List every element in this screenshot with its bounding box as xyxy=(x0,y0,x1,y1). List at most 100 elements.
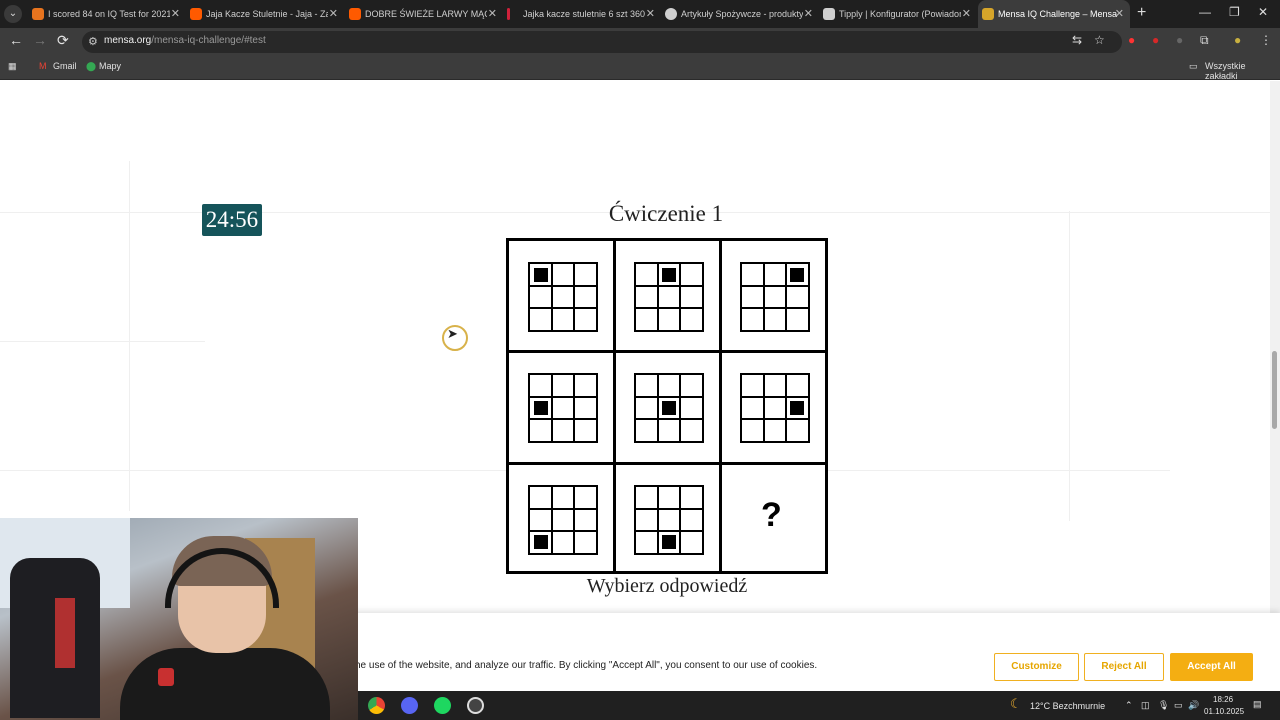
discord-icon[interactable] xyxy=(401,697,418,714)
site-info-icon[interactable]: ⚙ xyxy=(88,35,98,48)
grid-line xyxy=(742,395,808,398)
page-scrollbar[interactable] xyxy=(1270,81,1280,691)
reject-all-button[interactable]: Reject All xyxy=(1084,653,1164,681)
apps-grid-icon[interactable]: ▦ xyxy=(8,61,17,72)
grid-line xyxy=(636,529,702,532)
tab-iq-test[interactable]: I scored 84 on IQ Test for 2021. ✕ xyxy=(32,0,182,28)
url-host: mensa.org xyxy=(104,35,152,46)
grid-line xyxy=(530,507,596,510)
filled-square xyxy=(790,400,804,415)
minimize-icon[interactable]: — xyxy=(1199,5,1211,19)
allegro-icon xyxy=(190,8,202,20)
customize-button[interactable]: Customize xyxy=(994,653,1079,681)
grid-line xyxy=(636,507,702,510)
weather-moon-icon[interactable]: ☾ xyxy=(1010,696,1022,712)
tipply-icon xyxy=(823,8,835,20)
address-bar[interactable]: ⚙ mensa.org/mensa-iq-challenge/#test xyxy=(82,31,1122,53)
grid-line xyxy=(763,374,765,441)
volume-icon[interactable]: 🔊 xyxy=(1188,700,1199,711)
grid-line xyxy=(636,395,702,398)
shop-icon xyxy=(507,8,510,20)
close-icon[interactable]: ✕ xyxy=(488,0,497,28)
grid-line xyxy=(551,486,553,553)
extension-icon[interactable]: ● xyxy=(1128,33,1135,47)
close-icon[interactable]: ✕ xyxy=(962,0,971,28)
grid-line xyxy=(551,263,553,330)
profile-avatar[interactable]: ● xyxy=(1234,33,1241,47)
tab-strip: ⌄ I scored 84 on IQ Test for 2021. ✕ Jaj… xyxy=(0,0,1280,28)
grid-line xyxy=(551,374,553,441)
tab-artykuly[interactable]: Artykuły Spożywcze - produkty ✕ xyxy=(665,0,815,28)
adblock-icon[interactable]: ● xyxy=(1152,33,1159,47)
grid-line xyxy=(763,263,765,330)
tray-chevron-icon[interactable]: ⌃ xyxy=(1125,700,1133,711)
filled-square xyxy=(534,400,548,415)
network-icon[interactable]: ▭ xyxy=(1174,700,1183,711)
grid-line xyxy=(636,284,702,287)
new-tab-button[interactable]: + xyxy=(1137,4,1146,22)
menu-icon[interactable]: ⋮ xyxy=(1260,33,1272,47)
choose-answer-label: Wybierz odpowiedź xyxy=(586,575,748,597)
maps-pin-icon: ⬤ xyxy=(86,61,97,71)
url-text[interactable]: mensa.org/mensa-iq-challenge/#test xyxy=(104,35,266,46)
bookmark-star-icon[interactable]: ☆ xyxy=(1094,33,1105,47)
microphone-icon[interactable]: 🎙 xyxy=(1158,700,1169,711)
clock-time[interactable]: 18:26 xyxy=(1213,695,1233,704)
accept-all-button[interactable]: Accept All xyxy=(1170,653,1253,681)
obs-icon[interactable] xyxy=(467,697,484,714)
close-window-icon[interactable]: ✕ xyxy=(1258,5,1268,19)
grid-line xyxy=(573,374,575,441)
translate-icon[interactable]: ⇆ xyxy=(1072,33,1082,47)
cookie-text: he use of the website, and analyze our t… xyxy=(355,660,818,671)
close-icon[interactable]: ✕ xyxy=(171,0,180,28)
clock-date[interactable]: 01.10.2025 xyxy=(1204,707,1244,716)
all-bookmarks[interactable]: Wszystkie zakładki xyxy=(1205,61,1280,81)
reload-icon[interactable]: ⟳ xyxy=(57,32,69,49)
exercise-title: Ćwiczenie 1 xyxy=(608,201,724,226)
restore-icon[interactable]: ❐ xyxy=(1229,5,1240,19)
forward-icon[interactable]: → xyxy=(33,32,47,48)
weather-text[interactable]: 12°C Bezchmurnie xyxy=(1030,701,1105,711)
grid-line xyxy=(742,306,808,309)
matrix-divider xyxy=(509,350,825,353)
folder-icon: ▭ xyxy=(1189,61,1198,71)
grid-line xyxy=(742,417,808,420)
tab-jaja-kacze[interactable]: Jaja Kacze Stuletnie - Jaja - Zak ✕ xyxy=(190,0,340,28)
close-icon[interactable]: ✕ xyxy=(1115,0,1124,28)
pattern-cell-r2c1 xyxy=(528,372,598,443)
back-icon[interactable]: ← xyxy=(9,32,23,48)
close-icon[interactable]: ✕ xyxy=(804,0,813,28)
tab-tipply[interactable]: Tipply | Konfigurator (Powiadom ✕ xyxy=(823,0,973,28)
tab-jajka-stuletnie[interactable]: Jajka kacze stuletnie 6 szt 360g ✕ xyxy=(507,0,657,28)
webcam-person-body xyxy=(120,648,330,720)
filled-square xyxy=(662,534,676,549)
grid-line xyxy=(636,306,702,309)
close-icon[interactable]: ✕ xyxy=(646,0,655,28)
tab-mensa[interactable]: Mensa IQ Challenge – Mensa Ir ✕ xyxy=(978,0,1130,28)
extension-icon[interactable]: ● xyxy=(1176,33,1183,47)
grid-line xyxy=(657,486,659,553)
matrix-divider xyxy=(509,462,825,465)
chrome-icon[interactable] xyxy=(368,697,385,714)
filled-square xyxy=(662,400,676,415)
filled-square xyxy=(790,267,804,282)
tab-search-button[interactable]: ⌄ xyxy=(4,5,22,23)
tray-camera-icon[interactable]: ◫ xyxy=(1141,700,1150,711)
close-icon[interactable]: ✕ xyxy=(329,0,338,28)
allegro-icon xyxy=(349,8,361,20)
notifications-icon[interactable]: ▤ xyxy=(1253,699,1262,710)
url-path: /mensa-iq-challenge/#test xyxy=(151,35,266,46)
filled-square xyxy=(534,267,548,282)
extensions-puzzle-icon[interactable]: ⧉ xyxy=(1200,33,1209,48)
scroll-thumb[interactable] xyxy=(1272,351,1277,429)
divider xyxy=(1069,211,1070,521)
matrix-divider xyxy=(613,241,616,571)
tab-larwy[interactable]: DOBRE ŚWIEŻE LARWY MĄCZN ✕ xyxy=(349,0,499,28)
grid-line xyxy=(530,284,596,287)
filled-square xyxy=(534,534,548,549)
bookmark-gmail[interactable]: Gmail xyxy=(53,61,77,71)
spotify-icon[interactable] xyxy=(434,697,451,714)
pattern-cell-r1c1 xyxy=(528,261,598,332)
mouse-cursor-icon: ➤ xyxy=(447,326,458,341)
bookmark-maps[interactable]: Mapy xyxy=(99,61,121,71)
